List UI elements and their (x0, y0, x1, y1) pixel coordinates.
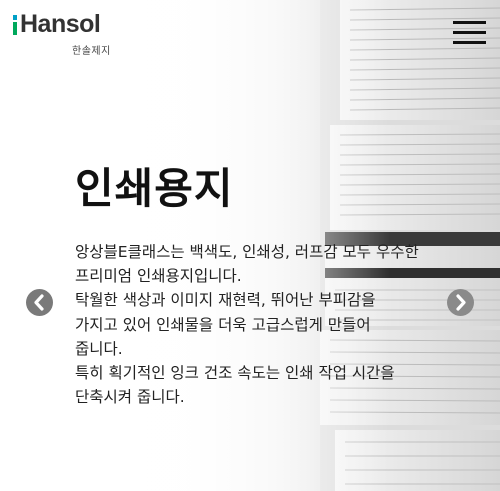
logo-subtext: 한솔제지 (72, 46, 111, 57)
description-line: 특히 획기적인 잉크 건조 속도는 인쇄 작업 시간을 단축시켜 줍니다. (75, 364, 395, 407)
description-line: 탁월한 색상과 이미지 재현력, 뛰어난 부피감을 가지고 있어 인쇄물을 더욱… (75, 291, 376, 358)
slide-description: 앙상블E클래스는 백색도, 인쇄성, 러프감 모두 우수한 프리미엄 인쇄용지입… (75, 240, 420, 409)
carousel-prev-button[interactable] (26, 289, 53, 316)
carousel-next-button[interactable] (447, 289, 474, 316)
chevron-left-icon (34, 294, 44, 311)
slide-title: 인쇄용지 (75, 164, 234, 213)
hansol-logo[interactable]: Hansol 한솔제지 (13, 10, 123, 57)
description-line: 앙상블E클래스는 백색도, 인쇄성, 러프감 모두 우수한 프리미엄 인쇄용지입… (75, 243, 419, 286)
hamburger-menu-icon[interactable] (453, 19, 486, 46)
logo-mark-icon (13, 15, 17, 35)
chevron-right-icon (456, 294, 466, 311)
logo-wordmark: Hansol (20, 10, 101, 38)
